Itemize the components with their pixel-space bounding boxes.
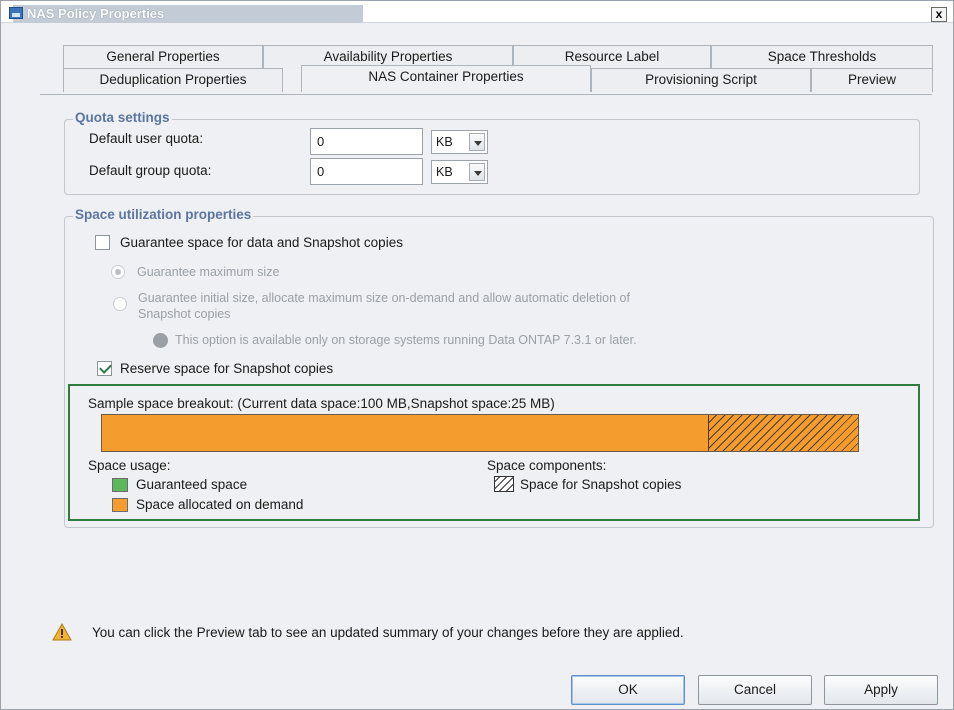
space-usage-title: Space usage: <box>88 458 171 473</box>
on-demand-space-swatch <box>112 498 128 512</box>
guarantee-initial-size-label-line1: Guarantee initial size, allocate maximum… <box>138 291 630 305</box>
ok-button[interactable]: OK <box>571 675 685 705</box>
apply-button[interactable]: Apply <box>824 675 938 705</box>
guarantee-maximum-size-label: Guarantee maximum size <box>137 265 280 279</box>
reserve-snapshot-checkbox[interactable] <box>97 361 112 376</box>
tab-preview[interactable]: Preview <box>811 68 933 92</box>
default-group-quota-label: Default group quota: <box>89 163 212 178</box>
on-demand-space-label: Space allocated on demand <box>136 497 304 512</box>
default-group-quota-input[interactable] <box>310 158 423 185</box>
space-components-title: Space components: <box>487 458 607 473</box>
tab-deduplication-properties[interactable]: Deduplication Properties <box>63 68 283 92</box>
space-breakout-box: Sample space breakout: (Current data spa… <box>68 384 920 521</box>
chevron-down-icon[interactable] <box>469 133 485 151</box>
user-quota-unit-value: KB <box>436 135 453 149</box>
group-quota-unit-select[interactable]: KB <box>431 160 488 184</box>
space-breakout-caption: Sample space breakout: (Current data spa… <box>88 396 555 411</box>
space-breakout-bar <box>101 414 859 452</box>
tab-provisioning-script[interactable]: Provisioning Script <box>591 68 811 92</box>
preview-hint-text: You can click the Preview tab to see an … <box>92 625 684 640</box>
quota-settings-title: Quota settings <box>73 110 172 125</box>
window-title: NAS Policy Properties <box>13 5 363 23</box>
ontap-version-note: This option is available only on storage… <box>175 333 637 347</box>
guarantee-initial-size-radio[interactable] <box>113 297 127 311</box>
reserve-snapshot-label: Reserve space for Snapshot copies <box>120 361 334 376</box>
space-utilization-title: Space utilization properties <box>73 207 254 222</box>
app-icon <box>9 7 23 19</box>
user-quota-unit-select[interactable]: KB <box>431 130 488 154</box>
cancel-button[interactable]: Cancel <box>698 675 812 705</box>
snapshot-space-segment <box>708 415 858 451</box>
tab-general-properties[interactable]: General Properties <box>63 45 263 69</box>
close-button[interactable]: x <box>931 7 947 22</box>
tab-nas-container-properties[interactable]: NAS Container Properties <box>301 65 591 92</box>
tab-space-thresholds[interactable]: Space Thresholds <box>711 45 933 69</box>
snapshot-space-swatch <box>494 476 514 492</box>
warning-icon <box>52 623 72 641</box>
guarantee-initial-size-label-line2: Snapshot copies <box>138 307 231 321</box>
group-quota-unit-value: KB <box>436 165 453 179</box>
info-icon <box>153 333 168 348</box>
dialog-window: NAS Policy Properties x General Properti… <box>0 0 954 710</box>
snapshot-space-label: Space for Snapshot copies <box>520 477 682 492</box>
guarantee-space-checkbox[interactable] <box>95 235 110 250</box>
title-bar: NAS Policy Properties x <box>1 1 953 23</box>
guaranteed-space-label: Guaranteed space <box>136 477 248 492</box>
guaranteed-space-swatch <box>112 478 128 492</box>
default-user-quota-label: Default user quota: <box>89 131 204 146</box>
guarantee-maximum-size-radio[interactable] <box>111 265 125 279</box>
chevron-down-icon[interactable] <box>469 163 485 181</box>
guarantee-space-label: Guarantee space for data and Snapshot co… <box>120 235 403 250</box>
default-user-quota-input[interactable] <box>310 128 423 155</box>
